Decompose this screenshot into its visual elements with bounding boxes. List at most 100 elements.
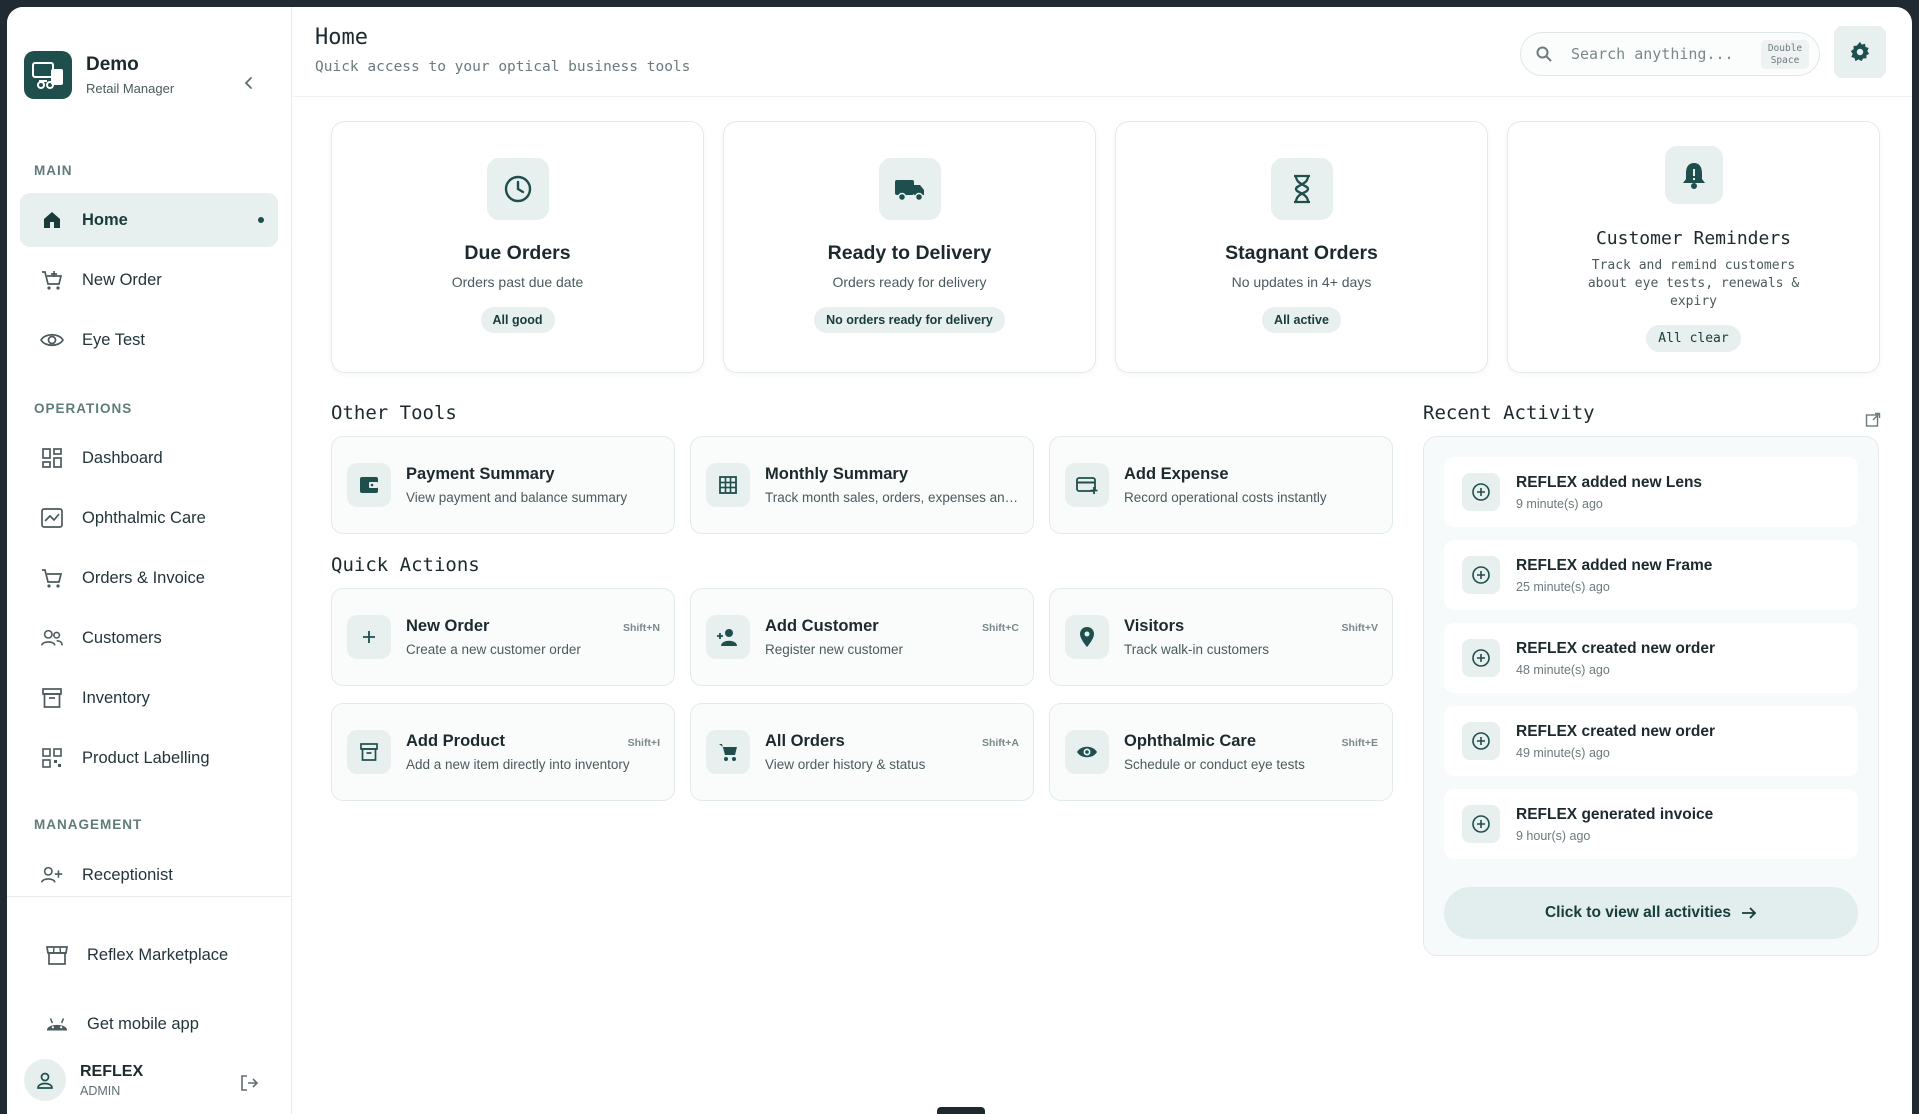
activity-time: 25 minute(s) ago bbox=[1516, 579, 1610, 594]
quick-action-visitors[interactable]: Visitors Track walk-in customers Shift+V bbox=[1049, 588, 1393, 686]
sidebar-item-label: Home bbox=[82, 210, 128, 229]
list-item[interactable]: REFLEX created new order 48 minute(s) ag… bbox=[1444, 623, 1858, 693]
stat-card-due-orders[interactable]: Due Orders Orders past due date All good bbox=[331, 121, 704, 373]
cart-icon bbox=[706, 730, 750, 774]
tool-payment-summary[interactable]: Payment Summary View payment and balance… bbox=[331, 436, 675, 534]
sidebar-item-reflex-marketplace[interactable]: Reflex Marketplace bbox=[20, 928, 278, 982]
tool-add-expense[interactable]: Add Expense Record operational costs ins… bbox=[1049, 436, 1393, 534]
page-header: Home Quick access to your optical busine… bbox=[293, 7, 1912, 97]
eye-icon bbox=[1065, 730, 1109, 774]
activity-title: REFLEX created new order bbox=[1516, 639, 1715, 657]
tool-title: Monthly Summary bbox=[765, 465, 909, 483]
activity-time: 9 minute(s) ago bbox=[1516, 496, 1603, 511]
external-link-icon bbox=[1865, 412, 1881, 427]
android-icon bbox=[45, 1012, 69, 1036]
activity-time: 48 minute(s) ago bbox=[1516, 662, 1610, 677]
stat-card-stagnant-orders[interactable]: Stagnant Orders No updates in 4+ days Al… bbox=[1115, 121, 1488, 373]
qr-icon bbox=[40, 746, 64, 770]
stat-desc: Orders past due date bbox=[451, 274, 584, 290]
tool-monthly-summary[interactable]: Monthly Summary Track month sales, order… bbox=[690, 436, 1034, 534]
stat-card-customer-reminders[interactable]: Customer Reminders Track and remind cust… bbox=[1507, 121, 1880, 373]
stat-title: Customer Reminders bbox=[1595, 228, 1792, 249]
list-item[interactable]: REFLEX generated invoice 9 hour(s) ago bbox=[1444, 789, 1858, 859]
sidebar-item-orders-invoice[interactable]: Orders & Invoice bbox=[20, 551, 278, 605]
sidebar-item-label: Customers bbox=[82, 628, 162, 647]
tool-desc: Create a new customer order bbox=[406, 642, 581, 657]
sidebar-item-label: Get mobile app bbox=[87, 1014, 199, 1033]
home-indicator bbox=[937, 1107, 985, 1114]
bell-icon bbox=[1664, 146, 1723, 204]
table-icon bbox=[706, 463, 750, 507]
section-label-main: MAIN bbox=[34, 163, 73, 178]
quick-action-all-orders[interactable]: All Orders View order history & status S… bbox=[690, 703, 1034, 801]
app-window: Demo Retail Manager MAIN Home New Order bbox=[7, 7, 1912, 1114]
shortcut-line-2: Space bbox=[1770, 55, 1800, 66]
page-subtitle: Quick access to your optical business to… bbox=[315, 59, 691, 75]
sidebar-item-label: Receptionist bbox=[82, 865, 173, 884]
sidebar-item-ophthalmic-care[interactable]: Ophthalmic Care bbox=[20, 491, 278, 545]
sidebar-item-label: Reflex Marketplace bbox=[87, 945, 229, 964]
tool-desc: View order history & status bbox=[765, 757, 926, 772]
tool-desc: Record operational costs instantly bbox=[1124, 490, 1327, 505]
tool-desc: View payment and balance summary bbox=[406, 490, 628, 505]
sidebar-item-eye-test[interactable]: Eye Test bbox=[20, 313, 278, 367]
search-box[interactable]: Double Space bbox=[1520, 32, 1820, 76]
logout-button[interactable] bbox=[239, 1073, 259, 1098]
stat-desc: Track and remind customers about eye tes… bbox=[1587, 258, 1800, 309]
wallet-icon bbox=[347, 463, 391, 507]
shortcut-hint: Shift+V bbox=[1341, 622, 1378, 634]
search-input[interactable] bbox=[1571, 45, 1751, 63]
view-all-activities-button[interactable]: Click to view all activities bbox=[1444, 887, 1858, 939]
user-plus-icon bbox=[40, 863, 64, 887]
settings-button[interactable] bbox=[1834, 26, 1886, 78]
brand-name: Demo bbox=[86, 54, 139, 75]
sidebar-item-dashboard[interactable]: Dashboard bbox=[20, 431, 278, 485]
open-activity-button[interactable] bbox=[1865, 412, 1881, 433]
section-label-operations: OPERATIONS bbox=[34, 401, 133, 416]
user-profile[interactable]: REFLEX ADMIN bbox=[24, 1059, 143, 1101]
sidebar-item-label: Eye Test bbox=[82, 330, 145, 349]
activity-time: 9 hour(s) ago bbox=[1516, 828, 1591, 843]
clock-icon bbox=[486, 158, 549, 220]
store-logo-icon bbox=[24, 51, 72, 99]
sidebar-item-home[interactable]: Home bbox=[20, 193, 278, 247]
stat-title: Ready to Delivery bbox=[827, 242, 992, 264]
user-name: REFLEX bbox=[80, 1062, 144, 1080]
tool-desc: Register new customer bbox=[765, 642, 904, 657]
list-item[interactable]: REFLEX added new Lens 9 minute(s) ago bbox=[1444, 457, 1858, 527]
list-item[interactable]: REFLEX created new order 49 minute(s) ag… bbox=[1444, 706, 1858, 776]
chart-icon bbox=[40, 506, 64, 530]
quick-action-ophthalmic-care[interactable]: Ophthalmic Care Schedule or conduct eye … bbox=[1049, 703, 1393, 801]
list-item[interactable]: REFLEX added new Frame 25 minute(s) ago bbox=[1444, 540, 1858, 610]
plus-circle-icon bbox=[1462, 556, 1500, 594]
stat-card-ready-to-delivery[interactable]: Ready to Delivery Orders ready for deliv… bbox=[723, 121, 1096, 373]
brand[interactable]: Demo Retail Manager bbox=[24, 51, 174, 99]
view-all-label: Click to view all activities bbox=[1544, 904, 1732, 921]
card-plus-icon bbox=[1065, 463, 1109, 507]
shortcut-hint: Shift+E bbox=[1341, 737, 1378, 749]
brand-role: Retail Manager bbox=[86, 81, 175, 96]
sidebar-item-label: Product Labelling bbox=[82, 748, 210, 767]
dashboard-icon bbox=[40, 446, 64, 470]
plus-circle-icon bbox=[1462, 473, 1500, 511]
sidebar-item-receptionist[interactable]: Receptionist bbox=[20, 848, 278, 902]
sidebar-item-get-mobile-app[interactable]: Get mobile app bbox=[20, 997, 278, 1051]
truck-icon bbox=[878, 158, 941, 220]
sidebar-item-product-labelling[interactable]: Product Labelling bbox=[20, 731, 278, 785]
archive-icon bbox=[40, 686, 64, 710]
plus-icon bbox=[347, 615, 391, 659]
quick-action-add-customer[interactable]: Add Customer Register new customer Shift… bbox=[690, 588, 1034, 686]
other-tools-title: Other Tools bbox=[331, 402, 457, 424]
stat-title: Due Orders bbox=[464, 242, 571, 264]
plus-circle-icon bbox=[1462, 805, 1500, 843]
quick-action-add-product[interactable]: Add Product Add a new item directly into… bbox=[331, 703, 675, 801]
sidebar-item-inventory[interactable]: Inventory bbox=[20, 671, 278, 725]
user-role: ADMIN bbox=[80, 1083, 121, 1098]
sidebar-item-new-order[interactable]: New Order bbox=[20, 253, 278, 307]
activity-title: REFLEX added new Lens bbox=[1516, 473, 1703, 491]
sidebar-item-customers[interactable]: Customers bbox=[20, 611, 278, 665]
shortcut-hint: Shift+C bbox=[981, 622, 1019, 634]
tool-desc: Add a new item directly into inventory bbox=[406, 757, 630, 772]
quick-action-new-order[interactable]: New Order Create a new customer order Sh… bbox=[331, 588, 675, 686]
collapse-sidebar-button[interactable] bbox=[239, 73, 259, 93]
